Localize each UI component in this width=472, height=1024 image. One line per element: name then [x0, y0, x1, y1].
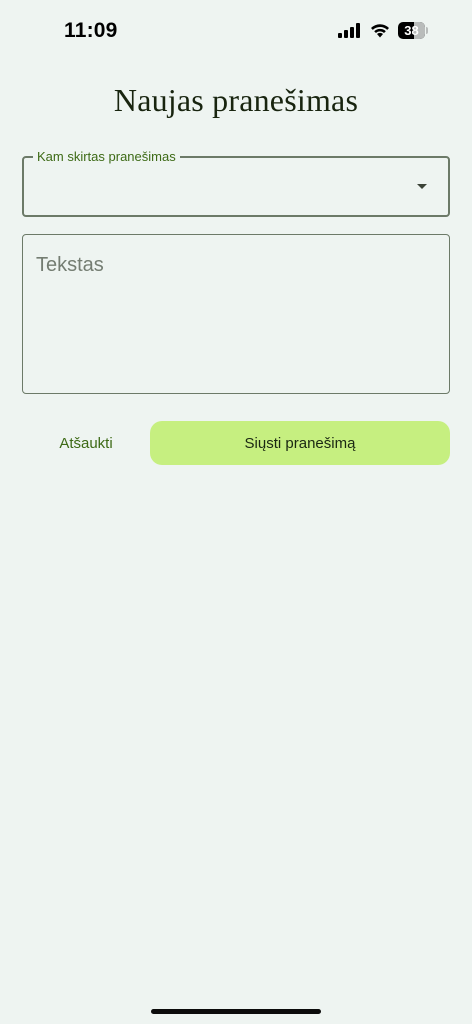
chevron-down-icon[interactable]: [417, 184, 427, 189]
cancel-button[interactable]: Atšaukti: [22, 421, 150, 465]
home-indicator[interactable]: [151, 1009, 321, 1014]
status-time: 11:09: [64, 19, 118, 42]
message-textarea[interactable]: Tekstas: [22, 234, 450, 394]
status-icons: 38: [338, 22, 428, 39]
battery-icon: 38: [398, 22, 428, 39]
signal-icon: [338, 23, 360, 38]
send-message-button[interactable]: Siųsti pranešimą: [150, 421, 450, 465]
message-placeholder: Tekstas: [36, 254, 104, 276]
battery-level: 38: [404, 23, 419, 38]
wifi-icon: [371, 24, 389, 38]
recipient-label: Kam skirtas pranešimas: [33, 149, 180, 165]
recipient-dropdown[interactable]: Kam skirtas pranešimas: [22, 149, 450, 217]
status-bar: 11:09 38: [0, 0, 472, 60]
page-title: Naujas pranešimas: [113, 82, 359, 118]
